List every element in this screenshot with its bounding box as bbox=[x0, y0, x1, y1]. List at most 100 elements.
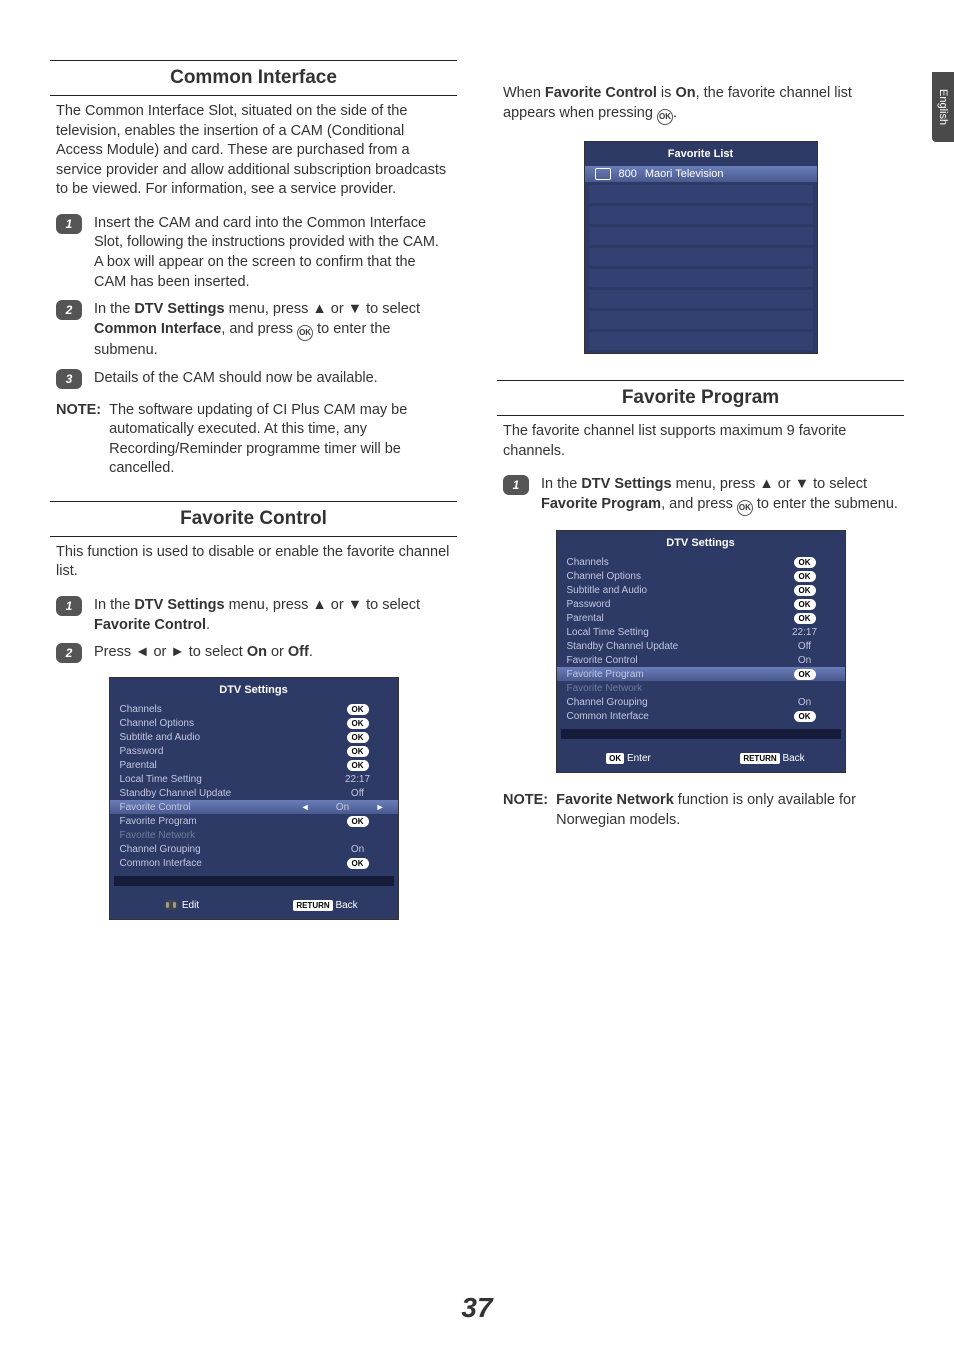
menu-row: Channel GroupingOn bbox=[557, 695, 845, 709]
menu-row: Standby Channel UpdateOff bbox=[557, 639, 845, 653]
menu-row: Favorite Network bbox=[557, 681, 845, 695]
ok-pill: OK bbox=[347, 858, 369, 869]
menu-row-value: Off bbox=[775, 641, 835, 652]
fc-step-1: 1 In the DTV Settings menu, press ▲ or ▼… bbox=[50, 592, 457, 639]
menu-row: Subtitle and AudioOK bbox=[110, 730, 398, 744]
menu-row-value: On bbox=[328, 844, 388, 855]
ok-pill: OK bbox=[347, 816, 369, 827]
menu-row-value: OK bbox=[775, 585, 835, 596]
menu-row-label: Favorite Network bbox=[567, 683, 775, 694]
menu-row-value: 22:17 bbox=[328, 774, 388, 785]
ok-pill: OK bbox=[794, 585, 816, 596]
menu-row-label: Common Interface bbox=[567, 711, 775, 722]
ci-step-2-text: In the DTV Settings menu, press ▲ or ▼ t… bbox=[94, 300, 451, 361]
favorite-list-panel: Favorite List 800 Maori Television bbox=[584, 141, 818, 354]
page-content: Common Interface The Common Interface Sl… bbox=[0, 0, 954, 930]
menu-row-label: Favorite Network bbox=[120, 830, 328, 841]
step-badge-1: 1 bbox=[503, 475, 529, 495]
menu-row-value: OK bbox=[328, 858, 388, 869]
ok-pill: OK bbox=[794, 613, 816, 624]
fp-step-1: 1 In the DTV Settings menu, press ▲ or ▼… bbox=[497, 471, 904, 520]
menu-row-value: On bbox=[313, 802, 373, 813]
favorite-program-intro: The favorite channel list supports maxim… bbox=[497, 416, 904, 471]
heading-common-interface: Common Interface bbox=[50, 61, 457, 95]
menu-row-label: Password bbox=[120, 746, 328, 757]
menu-row-value: On bbox=[775, 655, 835, 666]
ci-step-3-text: Details of the CAM should now be availab… bbox=[94, 369, 451, 389]
channel-name: Maori Television bbox=[645, 168, 724, 180]
ok-icon: OK bbox=[297, 325, 313, 341]
ok-pill: OK bbox=[347, 718, 369, 729]
menu-row: Favorite Control◄On► bbox=[110, 800, 398, 814]
menu-row-value: OK bbox=[775, 669, 835, 680]
menu-row-value: OK bbox=[328, 718, 388, 729]
step-badge-1: 1 bbox=[56, 596, 82, 616]
favorite-list-empty bbox=[589, 311, 813, 329]
menu-row-label: Channels bbox=[120, 704, 328, 715]
menu-row-label: Parental bbox=[567, 613, 775, 624]
language-tab: English bbox=[932, 72, 954, 142]
menu-row-value: On bbox=[775, 697, 835, 708]
favorite-list-empty bbox=[589, 185, 813, 203]
note-label: NOTE: bbox=[503, 791, 548, 830]
edit-icon bbox=[164, 900, 178, 910]
menu-row: Common Interface OK bbox=[557, 709, 845, 723]
menu-row-label: Channel Grouping bbox=[567, 697, 775, 708]
ok-pill: OK bbox=[794, 599, 816, 610]
step-badge-1: 1 bbox=[56, 214, 82, 234]
favorite-list-empty bbox=[589, 227, 813, 245]
favorite-list-empty bbox=[589, 290, 813, 308]
menu-row: ChannelsOK bbox=[557, 555, 845, 569]
ci-step-1-text: Insert the CAM and card into the Common … bbox=[94, 214, 451, 292]
favorite-list-empty bbox=[589, 269, 813, 287]
menu-row: Favorite ControlOn bbox=[557, 653, 845, 667]
left-column: Common Interface The Common Interface Sl… bbox=[50, 60, 457, 930]
menu-row-label: Common Interface bbox=[120, 858, 328, 869]
ci-step-3: 3 Details of the CAM should now be avail… bbox=[50, 365, 457, 393]
menu-row: Standby Channel UpdateOff bbox=[110, 786, 398, 800]
menu-row-label: Channel Options bbox=[567, 571, 775, 582]
common-interface-intro: The Common Interface Slot, situated on t… bbox=[50, 96, 457, 210]
menu-row-value: OK bbox=[328, 746, 388, 757]
menu-row: Parental OK bbox=[557, 611, 845, 625]
menu-row-label: Channel Grouping bbox=[120, 844, 328, 855]
menu-row-label: Favorite Control bbox=[567, 655, 775, 666]
ok-pill: OK bbox=[794, 711, 816, 722]
menu-row: Channel Options OK bbox=[110, 716, 398, 730]
menu-row-value: OK bbox=[328, 816, 388, 827]
panel2-title: DTV Settings bbox=[557, 531, 845, 555]
ok-pill: OK bbox=[794, 571, 816, 582]
menu-row-label: Parental bbox=[120, 760, 328, 771]
favorite-list-item: 800 Maori Television bbox=[585, 166, 817, 182]
menu-row-label: Favorite Program bbox=[567, 669, 775, 680]
menu-row-value: Off bbox=[328, 788, 388, 799]
menu-row-label: Standby Channel Update bbox=[120, 788, 328, 799]
menu-row: Favorite ProgramOK bbox=[557, 667, 845, 681]
favorite-when-text: When Favorite Control is On, the favorit… bbox=[497, 60, 904, 135]
ok-pill: OK bbox=[794, 557, 816, 568]
menu-row: Channel GroupingOn bbox=[110, 842, 398, 856]
menu-row-value: 22:17 bbox=[775, 627, 835, 638]
menu-row-value: OK bbox=[775, 711, 835, 722]
menu-row: Parental OK bbox=[110, 758, 398, 772]
favorite-list-empty bbox=[589, 332, 813, 350]
note-label: NOTE: bbox=[56, 401, 101, 479]
ok-pill: OK bbox=[347, 746, 369, 757]
menu-row-label: Channel Options bbox=[120, 718, 328, 729]
menu-row: Local Time Setting22:17 bbox=[110, 772, 398, 786]
menu-row-value: OK bbox=[775, 599, 835, 610]
menu-row-label: Local Time Setting bbox=[120, 774, 328, 785]
fp-step-1-text: In the DTV Settings menu, press ▲ or ▼ t… bbox=[541, 475, 898, 516]
page-number: 37 bbox=[0, 1292, 954, 1324]
section-favorite-program: Favorite Program bbox=[497, 380, 904, 416]
favorite-list-title: Favorite List bbox=[585, 142, 817, 166]
favorite-list-empty bbox=[589, 248, 813, 266]
dtv-settings-panel-2: DTV Settings ChannelsOK Channel Options OK… bbox=[556, 530, 846, 773]
menu-row-label: Password bbox=[567, 599, 775, 610]
return-pill: RETURN bbox=[293, 900, 332, 911]
menu-row-label: Subtitle and Audio bbox=[567, 585, 775, 596]
ok-pill: OK bbox=[347, 760, 369, 771]
fc-step-2: 2 Press ◄ or ► to select On or Off. bbox=[50, 639, 457, 667]
right-column: When Favorite Control is On, the favorit… bbox=[497, 60, 904, 930]
menu-row-label: Standby Channel Update bbox=[567, 641, 775, 652]
